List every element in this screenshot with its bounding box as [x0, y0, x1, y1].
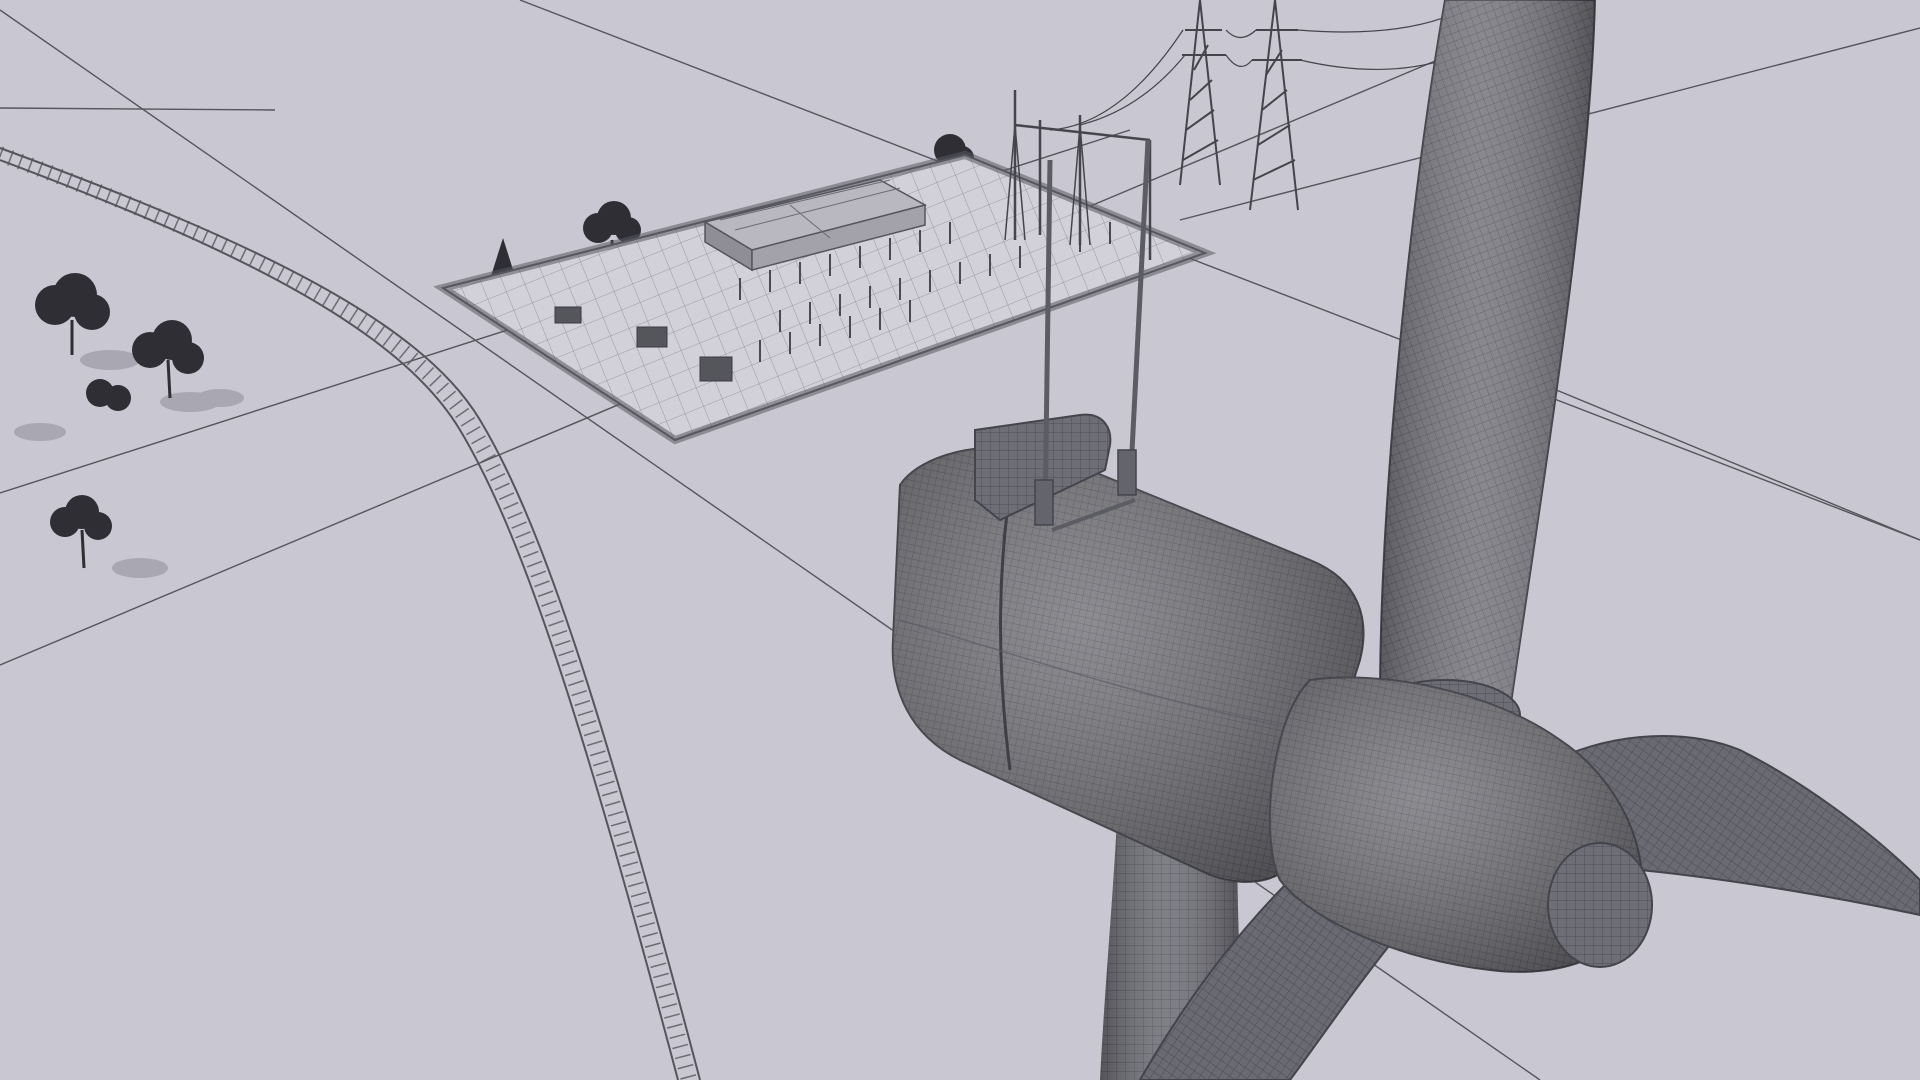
- spinner-nose: [1547, 842, 1653, 968]
- wind-turbine-scene: [0, 0, 1920, 1080]
- tree: [14, 423, 66, 441]
